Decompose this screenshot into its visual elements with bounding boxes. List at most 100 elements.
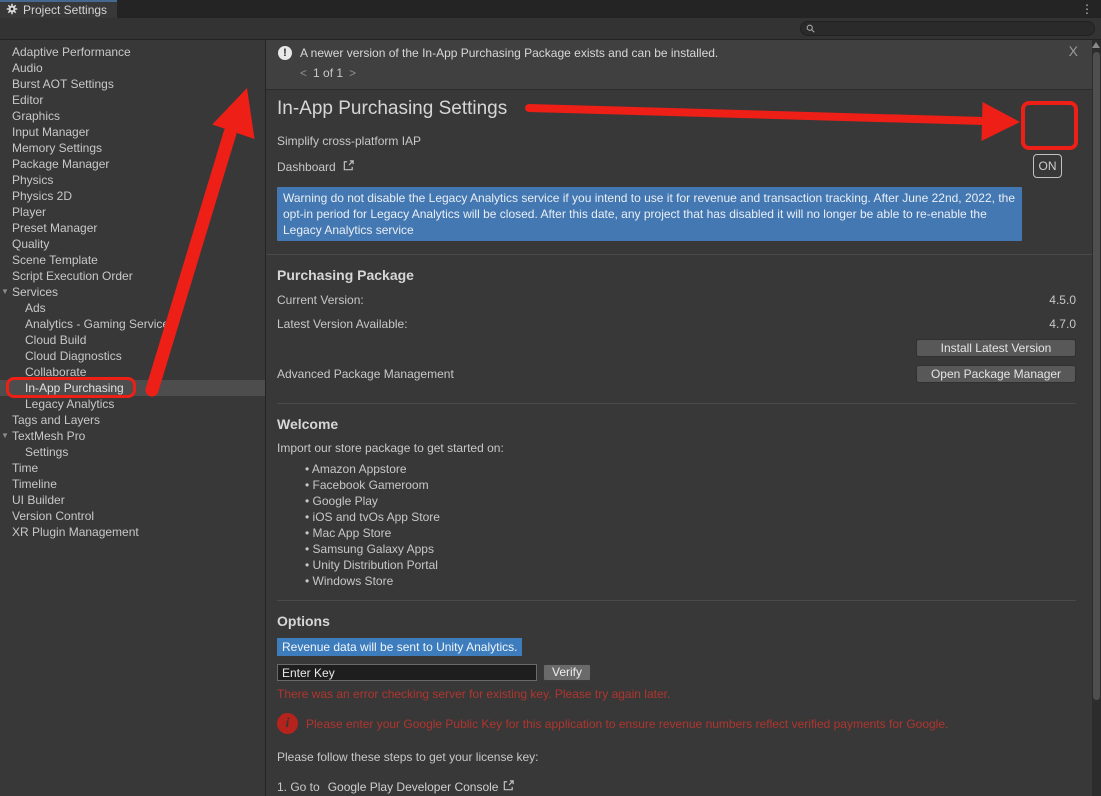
sidebar-item-script-execution-order[interactable]: Script Execution Order	[0, 268, 265, 284]
settings-sidebar: Adaptive Performance Audio Burst AOT Setti…	[0, 40, 266, 796]
sidebar-item-label: Analytics - Gaming Services	[25, 317, 175, 331]
sidebar-item-label: Audio	[12, 61, 43, 75]
sidebar-item-label: Package Manager	[12, 157, 109, 171]
external-link-icon[interactable]	[502, 779, 515, 795]
google-key-input[interactable]	[277, 664, 537, 681]
welcome-section: Welcome Import our store package to get …	[266, 404, 1092, 601]
pager-next-button[interactable]: >	[349, 66, 356, 80]
expander-triangle-icon[interactable]: ▼	[1, 284, 9, 300]
sidebar-item-in-app-purchasing[interactable]: In-App Purchasing	[0, 380, 265, 396]
install-latest-version-button[interactable]: Install Latest Version	[916, 339, 1076, 357]
current-version-value: 4.5.0	[1049, 293, 1076, 307]
sidebar-item-player[interactable]: Player	[0, 204, 265, 220]
update-banner: ! A newer version of the In-App Purchasi…	[266, 40, 1092, 90]
tab-project-settings[interactable]: Project Settings	[0, 0, 117, 18]
scrollbar-thumb[interactable]	[1093, 52, 1100, 700]
sidebar-item-label: Scene Template	[12, 253, 98, 267]
close-icon[interactable]: X	[1069, 43, 1078, 59]
dashboard-link[interactable]: Dashboard	[277, 160, 336, 174]
error-info-icon: i	[277, 713, 298, 734]
page-subtitle: Simplify cross-platform IAP	[277, 134, 1076, 148]
sidebar-item-label: Collaborate	[25, 365, 86, 379]
sidebar-item-ads[interactable]: Ads	[0, 300, 265, 316]
sidebar-item-burst-aot-settings[interactable]: Burst AOT Settings	[0, 76, 265, 92]
sidebar-item-label: Cloud Diagnostics	[25, 349, 122, 363]
sidebar-item-cloud-diagnostics[interactable]: Cloud Diagnostics	[0, 348, 265, 364]
toolbar	[0, 18, 1101, 40]
store-list-item: Amazon Appstore	[305, 461, 1076, 477]
kebab-menu-icon[interactable]: ⋮	[1073, 0, 1101, 18]
section-heading: Purchasing Package	[277, 267, 1076, 283]
pager-prev-button[interactable]: <	[300, 66, 307, 80]
sidebar-item-label: Memory Settings	[12, 141, 102, 155]
sidebar-item-label: Settings	[25, 445, 68, 459]
sidebar-item-scene-template[interactable]: Scene Template	[0, 252, 265, 268]
sidebar-item-audio[interactable]: Audio	[0, 60, 265, 76]
purchasing-package-section: Purchasing Package Current Version: 4.5.…	[266, 255, 1092, 404]
sidebar-item-label: Graphics	[12, 109, 60, 123]
sidebar-item-input-manager[interactable]: Input Manager	[0, 124, 265, 140]
page-title: In-App Purchasing Settings	[277, 98, 1076, 120]
sidebar-item-memory-settings[interactable]: Memory Settings	[0, 140, 265, 156]
sidebar-item-label: TextMesh Pro	[12, 429, 85, 443]
sidebar-item-collaborate[interactable]: Collaborate	[0, 364, 265, 380]
sidebar-item-label: Legacy Analytics	[25, 397, 114, 411]
sidebar-item-cloud-build[interactable]: Cloud Build	[0, 332, 265, 348]
analytics-note: Revenue data will be sent to Unity Analy…	[277, 638, 522, 656]
sidebar-item-physics[interactable]: Physics	[0, 172, 265, 188]
search-input[interactable]	[819, 23, 1089, 35]
vertical-scrollbar[interactable]	[1092, 40, 1101, 796]
sidebar-item-label: In-App Purchasing	[25, 381, 124, 395]
open-package-manager-button[interactable]: Open Package Manager	[916, 365, 1076, 383]
sidebar-item-time[interactable]: Time	[0, 460, 265, 476]
google-play-console-link[interactable]: Google Play Developer Console	[328, 780, 499, 794]
sidebar-item-label: Input Manager	[12, 125, 89, 139]
sidebar-item-legacy-analytics[interactable]: Legacy Analytics	[0, 396, 265, 412]
expander-triangle-icon[interactable]: ▼	[1, 428, 9, 444]
sidebar-item-label: UI Builder	[12, 493, 65, 507]
section-heading: Options	[277, 613, 1076, 629]
store-list-item: Samsung Galaxy Apps	[305, 541, 1076, 557]
sidebar-item-adaptive-performance[interactable]: Adaptive Performance	[0, 44, 265, 60]
sidebar-item-label: Burst AOT Settings	[12, 77, 114, 91]
pager-text: 1 of 1	[313, 66, 343, 80]
store-list: Amazon AppstoreFacebook GameroomGoogle P…	[305, 461, 1076, 589]
store-list-item: iOS and tvOs App Store	[305, 509, 1076, 525]
verify-button[interactable]: Verify	[543, 664, 591, 681]
iap-toggle-button[interactable]: ON	[1033, 154, 1062, 178]
options-section: Options Revenue data will be sent to Uni…	[266, 601, 1092, 796]
step1-prefix: 1. Go to	[277, 780, 320, 794]
sidebar-item-label: Adaptive Performance	[12, 45, 131, 59]
sidebar-item-timeline[interactable]: Timeline	[0, 476, 265, 492]
sidebar-item-label: Time	[12, 461, 38, 475]
sidebar-item-services[interactable]: ▼Services	[0, 284, 265, 300]
sidebar-item-package-manager[interactable]: Package Manager	[0, 156, 265, 172]
sidebar-item-label: Version Control	[12, 509, 94, 523]
scroll-up-arrow-icon[interactable]	[1092, 42, 1100, 48]
sidebar-item-graphics[interactable]: Graphics	[0, 108, 265, 124]
external-link-icon[interactable]	[342, 159, 355, 175]
sidebar-item-editor[interactable]: Editor	[0, 92, 265, 108]
sidebar-item-tags-and-layers[interactable]: Tags and Layers	[0, 412, 265, 428]
sidebar-item-label: Physics	[12, 173, 53, 187]
sidebar-item-version-control[interactable]: Version Control	[0, 508, 265, 524]
advanced-package-management-label: Advanced Package Management	[277, 367, 454, 381]
latest-version-value: 4.7.0	[1049, 317, 1076, 331]
sidebar-item-textmesh-pro[interactable]: ▼TextMesh Pro	[0, 428, 265, 444]
sidebar-item-label: Quality	[12, 237, 49, 251]
search-box[interactable]	[800, 21, 1095, 36]
sidebar-item-quality[interactable]: Quality	[0, 236, 265, 252]
sidebar-item-preset-manager[interactable]: Preset Manager	[0, 220, 265, 236]
legacy-analytics-warning: Warning do not disable the Legacy Analyt…	[277, 187, 1022, 241]
main-panel: ! A newer version of the In-App Purchasi…	[266, 40, 1101, 796]
sidebar-item-settings[interactable]: Settings	[0, 444, 265, 460]
steps-intro: Please follow these steps to get your li…	[277, 750, 1076, 764]
sidebar-item-ui-builder[interactable]: UI Builder	[0, 492, 265, 508]
sidebar-item-analytics-gaming-services[interactable]: Analytics - Gaming Services	[0, 316, 265, 332]
sidebar-item-xr-plugin-management[interactable]: XR Plugin Management	[0, 524, 265, 540]
section-heading: Welcome	[277, 416, 1076, 432]
sidebar-item-label: Services	[12, 285, 58, 299]
store-list-item: Facebook Gameroom	[305, 477, 1076, 493]
sidebar-item-physics-2d[interactable]: Physics 2D	[0, 188, 265, 204]
store-list-item: Unity Distribution Portal	[305, 557, 1076, 573]
